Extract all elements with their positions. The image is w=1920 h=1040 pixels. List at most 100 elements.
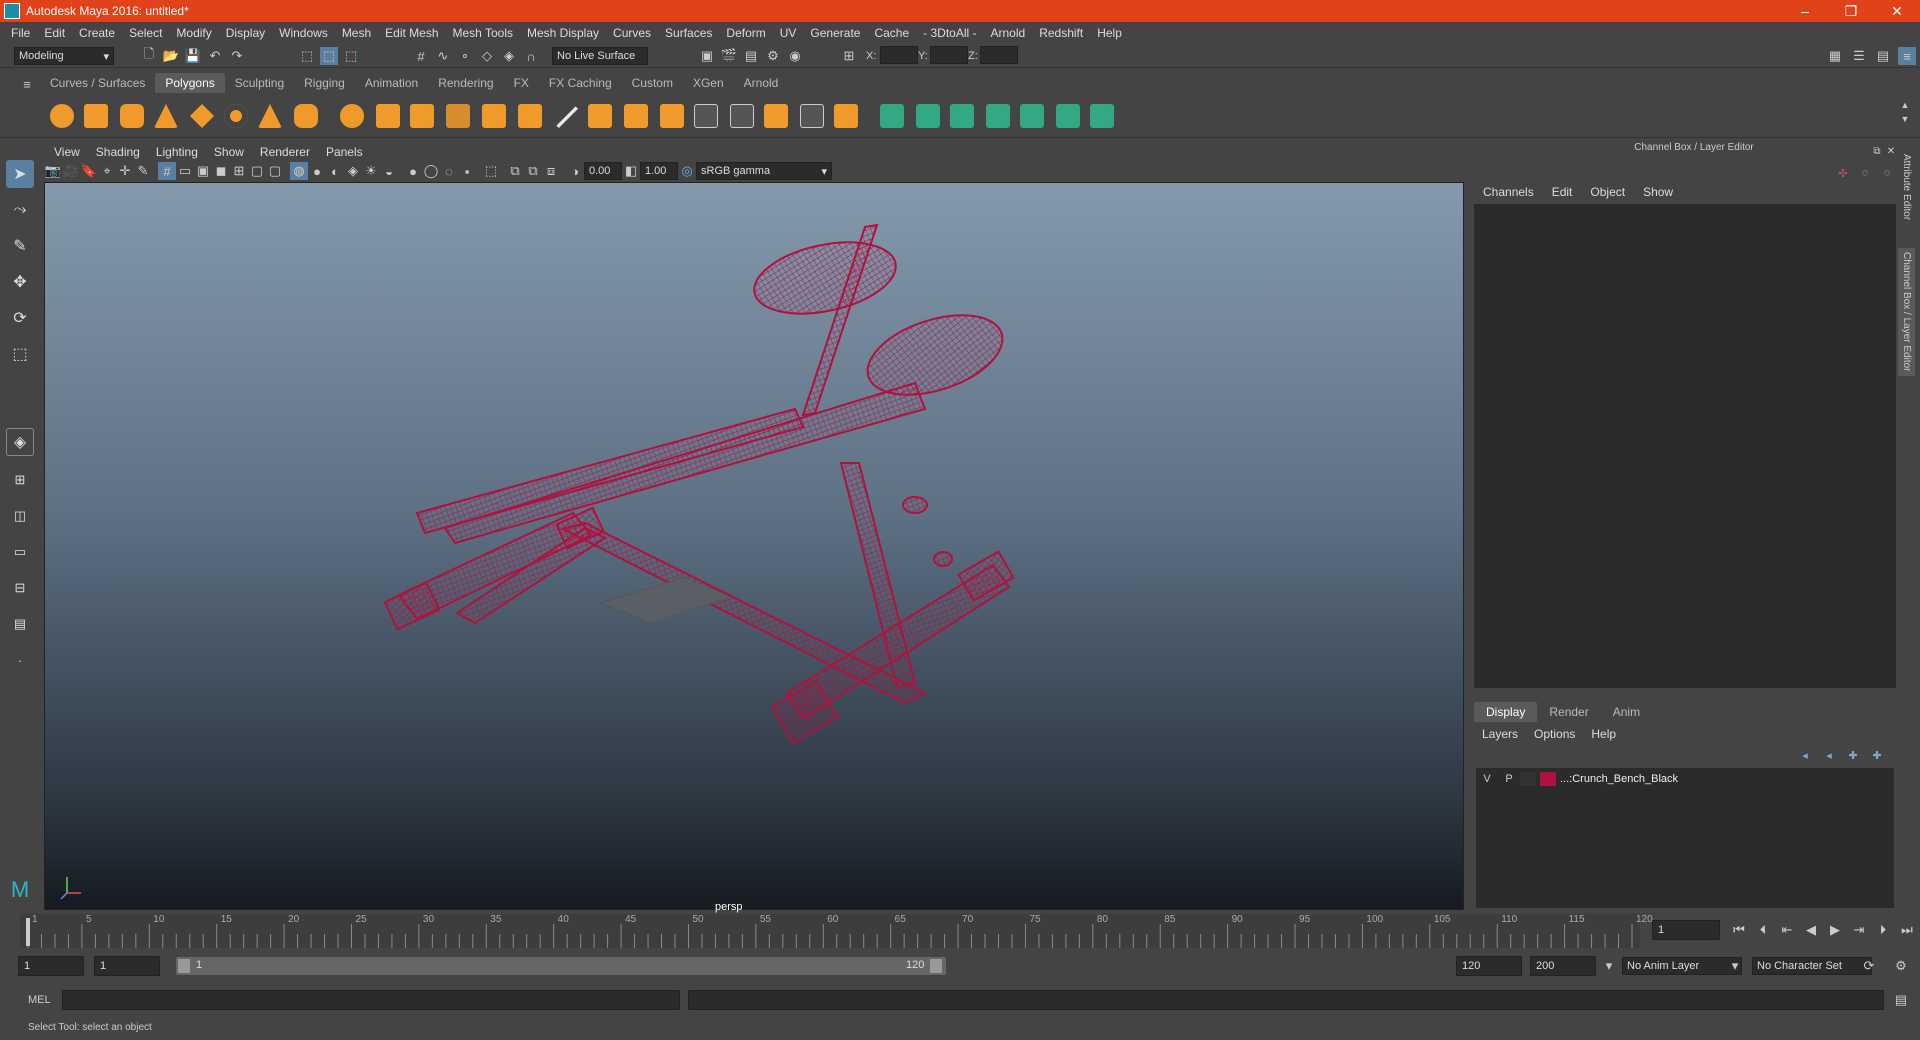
tab-xgen[interactable]: XGen [683,73,734,93]
current-frame-field[interactable]: 1 [1652,920,1720,940]
step-back-frame-icon[interactable]: ⏴ [1754,921,1772,939]
grid-icon[interactable]: # [158,162,176,180]
use-all-lights-icon[interactable]: ☀ [362,162,380,180]
poly-torus-icon[interactable] [224,104,248,128]
panel-menu-shading[interactable]: Shading [88,145,148,159]
tab-channel-box-layer-editor[interactable]: Channel Box / Layer Editor [1898,248,1915,376]
ipr-render-icon[interactable]: ▤ [742,47,760,65]
menu-3dtoall[interactable]: - 3DtoAll - [916,26,983,40]
2d-pan-zoom-icon[interactable]: ✛ [116,162,134,180]
cb-menu-object[interactable]: Object [1581,185,1634,199]
menu-generate[interactable]: Generate [803,26,867,40]
separate-icon[interactable] [446,104,470,128]
menu-surfaces[interactable]: Surfaces [658,26,719,40]
poly-cylinder-icon[interactable] [120,104,144,128]
auto-key-icon[interactable]: ⟳ [1860,957,1878,975]
hypershade-icon[interactable]: ◉ [786,47,804,65]
play-backwards-icon[interactable]: ◀ [1802,921,1820,939]
four-view-layout-icon[interactable]: ⊞ [6,466,34,494]
select-tool-icon[interactable]: ➤ [6,160,34,188]
move-tool-icon[interactable]: ✥ [6,268,34,296]
rotate-tool-icon[interactable]: ⟳ [6,304,34,332]
crunch-bench-model[interactable] [383,223,1015,745]
snap-curve-icon[interactable]: ∿ [434,47,452,65]
anim-end-field[interactable]: 200 [1530,956,1596,976]
animation-preferences-icon[interactable]: ⚙ [1892,957,1910,975]
attribute-editor-toggle-icon[interactable]: ☰ [1850,47,1868,65]
go-to-start-icon[interactable]: ⏮ [1730,921,1748,939]
tab-curves-surfaces[interactable]: Curves / Surfaces [40,73,155,93]
anim-layer-dropdown[interactable]: No Anim Layer [1622,957,1742,975]
tab-render-layers[interactable]: Render [1537,702,1600,722]
save-scene-icon[interactable]: 💾 [184,47,202,65]
menu-edit-mesh[interactable]: Edit Mesh [378,26,445,40]
snap-point-icon[interactable]: ∘ [456,47,474,65]
lasso-tool-icon[interactable]: ⤳ [6,196,34,224]
layer-playback-toggle[interactable]: P [1498,773,1520,785]
gamma-icon[interactable]: ◧ [622,162,640,180]
tab-animation[interactable]: Animation [355,73,428,93]
symmetry-icon[interactable]: ⊞ [840,47,858,65]
safe-action-icon[interactable]: ▢ [248,162,266,180]
snap-grid-icon[interactable]: # [412,47,430,65]
undo-icon[interactable]: ↶ [206,47,224,65]
append-polygon-icon[interactable] [730,104,754,128]
menu-mesh-display[interactable]: Mesh Display [520,26,606,40]
layer-menu-help[interactable]: Help [1583,727,1624,741]
xray-components-icon[interactable]: ⧈ [542,162,560,180]
select-hierarchy-icon[interactable]: ⬚ [298,47,316,65]
scale-tool-icon[interactable]: ⬚ [6,340,34,368]
layer-color-swatch[interactable] [1540,772,1556,786]
tab-sculpting[interactable]: Sculpting [225,73,294,93]
cb-menu-show[interactable]: Show [1634,185,1682,199]
move-layer-up-icon[interactable]: ◂ [1796,746,1814,764]
range-start-handle[interactable] [178,959,190,973]
step-forward-key-icon[interactable]: ⇥ [1850,921,1868,939]
new-layer-selected-icon[interactable]: ✚ [1868,746,1886,764]
manipulator-icon[interactable]: ✣ [1834,164,1852,182]
exposure-field[interactable]: 0.00 [584,162,622,180]
shelf-menu-icon[interactable]: ≡ [18,75,36,93]
isolate-select-icon[interactable]: ⬚ [482,162,500,180]
gamma-field[interactable]: 1.00 [640,162,678,180]
combine-icon[interactable] [410,104,434,128]
motion-blur-icon[interactable]: ◯ [422,162,440,180]
uv-editor-icon[interactable] [1056,104,1080,128]
single-perspective-layout-icon[interactable]: ◈ [6,428,34,456]
bevel-icon[interactable] [624,104,648,128]
menu-select[interactable]: Select [122,26,169,40]
panel-menu-view[interactable]: View [46,145,88,159]
snap-surface-icon[interactable]: ◈ [500,47,518,65]
resolution-gate-icon[interactable]: ▣ [194,162,212,180]
menu-help[interactable]: Help [1090,26,1129,40]
layer-menu-options[interactable]: Options [1526,727,1583,741]
layer-type-toggle[interactable] [1520,772,1536,786]
poly-soccer-ball-icon[interactable] [340,104,364,128]
cylindrical-mapping-icon[interactable] [916,104,940,128]
character-set-dropdown[interactable]: No Character Set [1752,957,1872,975]
layer-row[interactable]: V P ...:Crunch_Bench_Black [1476,770,1894,788]
target-weld-icon[interactable] [800,104,824,128]
panel-menu-renderer[interactable]: Renderer [252,145,318,159]
color-management-icon[interactable]: ◎ [678,162,696,180]
sew-uv-icon[interactable] [1090,104,1114,128]
modeling-toolkit-icon[interactable]: ▦ [1826,47,1844,65]
exposure-icon[interactable]: ◑ [566,162,584,180]
range-end-handle[interactable] [930,959,942,973]
redo-icon[interactable]: ↷ [228,47,246,65]
cb-menu-edit[interactable]: Edit [1543,185,1582,199]
channel-box-body[interactable] [1474,204,1896,688]
tab-attribute-editor[interactable]: Attribute Editor [1901,154,1912,220]
ambient-occlusion-icon[interactable]: ● [404,162,422,180]
chevron-down-icon[interactable]: ▾ [1600,957,1618,975]
command-language-label[interactable]: MEL [28,994,51,1006]
merge-icon[interactable] [834,104,858,128]
new-layer-icon[interactable]: ✚ [1844,746,1862,764]
automatic-mapping-icon[interactable] [986,104,1010,128]
menu-curves[interactable]: Curves [606,26,658,40]
camera-select-icon[interactable]: 📷 [44,162,62,180]
smooth-icon[interactable] [482,104,506,128]
menu-windows[interactable]: Windows [272,26,335,40]
perspective-viewport[interactable]: persp [44,182,1464,913]
z-field[interactable] [980,46,1018,64]
